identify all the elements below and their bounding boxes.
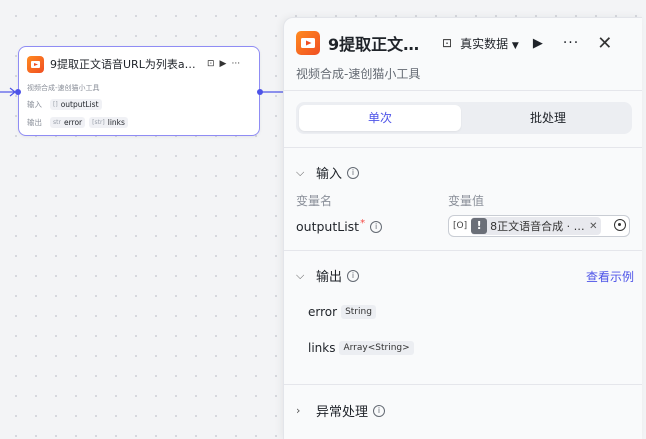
node-more-icon[interactable]: ···	[231, 59, 240, 69]
plugin-logo-icon	[27, 55, 44, 73]
view-example-link[interactable]: 查看示例	[586, 268, 634, 285]
node-input-row: 输入 [] outputList	[27, 99, 102, 110]
info-icon[interactable]: i	[347, 166, 360, 179]
node-output-tag: str error	[50, 117, 86, 128]
array-type-icon: [str]	[92, 119, 105, 126]
run-icon[interactable]: ▶	[533, 36, 543, 51]
bot-icon[interactable]: ⊡	[442, 36, 452, 50]
node-output-port[interactable]	[257, 89, 263, 95]
column-header-value: 变量值	[448, 194, 485, 208]
chevron-down-icon: ⌵	[296, 268, 305, 282]
remove-icon[interactable]: ✕	[589, 221, 597, 232]
string-type-icon: str	[53, 119, 61, 126]
node-input-port[interactable]	[15, 89, 21, 95]
info-icon[interactable]: i	[373, 404, 386, 417]
output-section-header[interactable]: ⌵ 输出 i	[296, 266, 360, 285]
exception-section-header[interactable]: › 异常处理 i	[296, 401, 386, 420]
panel-title[interactable]: 9提取正文…	[328, 31, 424, 55]
target-icon[interactable]	[614, 219, 626, 231]
data-mode-select[interactable]: 真实数据 ▼	[460, 35, 519, 52]
object-array-icon: [O]	[453, 221, 468, 231]
chevron-right-icon: ›	[296, 404, 301, 417]
more-icon[interactable]: ···	[563, 35, 579, 51]
column-header-name: 变量名	[296, 194, 333, 208]
node-subtitle: 视频合成-速创猫小工具	[27, 84, 100, 92]
variable-value-field[interactable]: [O] ! 8正文语音合成 · o··· ✕	[448, 215, 630, 237]
run-mode-tabs: 单次 批处理	[296, 102, 632, 134]
variable-name: outputList * i	[296, 218, 383, 234]
node-bot-icon[interactable]: ⊡	[207, 59, 215, 69]
close-icon[interactable]: ✕	[597, 33, 612, 54]
tab-single[interactable]: 单次	[299, 105, 461, 131]
node-output-row: 输出 str error [str] links	[27, 117, 128, 128]
array-type-icon: []	[53, 101, 58, 108]
node-input-label: 输入	[27, 100, 42, 109]
node-run-icon[interactable]: ▶	[220, 59, 227, 69]
variable-reference-chip[interactable]: ! 8正文语音合成 · o··· ✕	[471, 217, 601, 235]
type-badge: String	[341, 305, 376, 319]
info-icon[interactable]: i	[370, 220, 383, 233]
node-config-panel: 9提取正文… ⊡ 真实数据 ▼ ▶ ··· ✕ 视频合成-速创猫小工具 单次 批…	[283, 17, 642, 439]
plugin-logo-icon	[296, 31, 320, 55]
node-output-tag: [str] links	[89, 117, 128, 128]
node-title: 9提取正文语音URL为列表au…	[50, 58, 202, 71]
workflow-node[interactable]: 9提取正文语音URL为列表au… ⊡ ▶ ··· 视频合成-速创猫小工具 输入 …	[15, 46, 263, 136]
input-section-header[interactable]: ⌵ 输入 i	[296, 163, 360, 182]
info-icon[interactable]: i	[347, 269, 360, 282]
caret-down-icon: ▼	[511, 40, 519, 51]
tab-batch[interactable]: 批处理	[466, 105, 630, 131]
node-output-label: 输出	[27, 118, 42, 127]
panel-subtitle: 视频合成-速创猫小工具	[296, 67, 421, 81]
node-input-tag: [] outputList	[50, 99, 102, 110]
warning-icon: !	[471, 218, 488, 234]
chevron-down-icon: ⌵	[296, 165, 305, 179]
type-badge: Array<String>	[339, 341, 414, 355]
output-row: links Array<String>	[308, 341, 414, 355]
output-row: error String	[308, 305, 376, 319]
